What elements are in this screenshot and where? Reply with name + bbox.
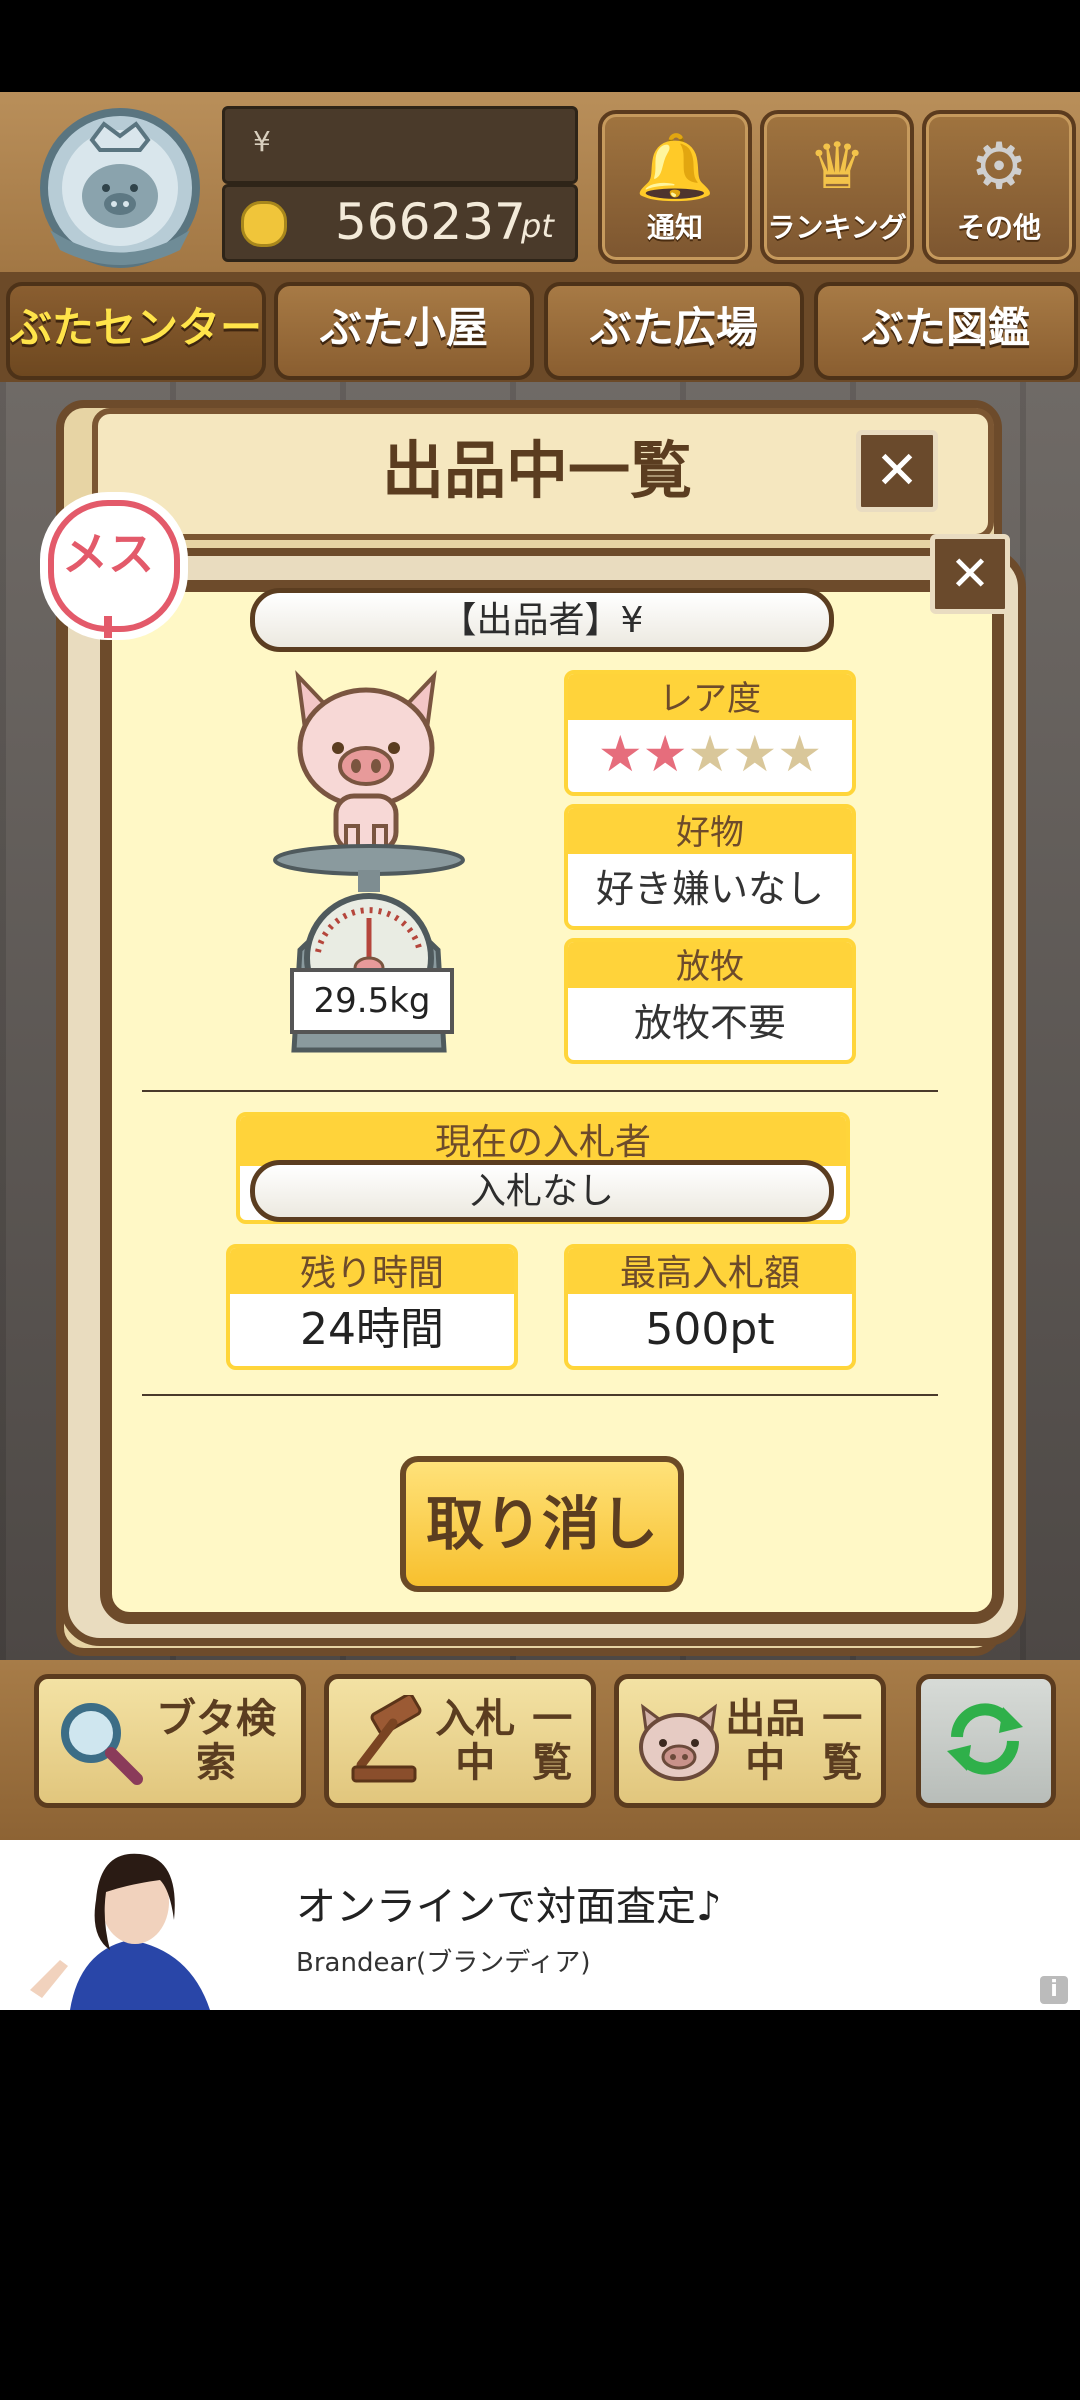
ranking-button[interactable]: ♛ ランキング (760, 110, 914, 264)
female-symbol-icon (104, 616, 112, 638)
cancel-listing-button[interactable]: 取り消し (400, 1456, 684, 1592)
seller-field: 【出品者】¥ (250, 588, 834, 652)
star-empty-icon: ★ (777, 725, 823, 783)
points-unit: pt (521, 207, 554, 245)
rarity-box: レア度 ★★★★★ (564, 670, 856, 796)
bell-icon: 🔔 (635, 131, 715, 205)
grazing-box: 放牧 放牧不要 (564, 938, 856, 1064)
ad-info-icon[interactable]: i (1040, 1976, 1068, 2004)
listing-label-line2: 一覧 (822, 1696, 863, 1786)
tab-buta-hiroba[interactable]: ぶた広場 (544, 282, 804, 380)
star-filled-icon: ★ (642, 725, 688, 783)
notification-label: 通知 (646, 211, 703, 244)
pig-search-button[interactable]: ブタ検索 (34, 1674, 306, 1808)
favorite-box: 好物 好き嫌いなし (564, 804, 856, 930)
panel-close-button[interactable]: ✕ (856, 430, 938, 512)
favorite-value: 好き嫌いなし (595, 867, 824, 911)
highest-bid-label: 最高入札額 (568, 1248, 852, 1294)
coin-icon (241, 201, 287, 247)
points-field: 566237 pt (222, 184, 578, 262)
weight-display: 29.5kg (290, 968, 454, 1034)
rarity-stars: ★★★★★ (568, 720, 852, 792)
player-avatar[interactable] (30, 100, 210, 270)
magnifier-icon (61, 1703, 143, 1785)
listing-list-label: 出品中 一覧 (719, 1679, 873, 1803)
ad-title: オンラインで対面査定♪ (296, 1884, 722, 1930)
pig-search-label: ブタ検索 (156, 1696, 276, 1786)
listing-list-button[interactable]: 出品中 一覧 (614, 1674, 886, 1808)
favorite-label: 好物 (568, 808, 852, 854)
star-empty-icon: ★ (687, 725, 733, 783)
crown-icon: ♛ (808, 130, 866, 204)
gender-label: メス (62, 527, 154, 581)
divider (142, 1090, 938, 1092)
bidding-label-line1: 入札中 (435, 1696, 516, 1786)
panel-title: 出品中一覧 (381, 434, 692, 507)
pig-face-icon (639, 1703, 719, 1781)
refresh-icon (947, 1703, 1023, 1775)
notification-button[interactable]: 🔔 通知 (598, 110, 752, 264)
other-label: その他 (956, 211, 1041, 244)
star-empty-icon: ★ (732, 725, 778, 783)
username-field: ¥ (222, 106, 578, 184)
gear-icon: ⚙ (970, 130, 1028, 204)
current-bidder-label: 現在の入札者 (240, 1116, 846, 1166)
bidding-label-line2: 一覧 (532, 1696, 573, 1786)
divider (142, 1394, 938, 1396)
bidding-list-label: 入札中 一覧 (429, 1679, 583, 1803)
rarity-label: レア度 (568, 674, 852, 720)
tab-buta-center[interactable]: ぶたセンター (6, 282, 266, 380)
highest-bid-value: 500pt (645, 1304, 775, 1355)
close-icon: ✕ (949, 546, 991, 602)
refresh-button[interactable] (916, 1674, 1056, 1808)
gavel-icon (351, 1695, 422, 1783)
ad-person-image (30, 1853, 210, 2010)
time-left-box: 残り時間 24時間 (226, 1244, 518, 1370)
bidding-list-button[interactable]: 入札中 一覧 (324, 1674, 596, 1808)
time-left-value: 24時間 (300, 1304, 444, 1355)
pig-crown-avatar-icon (40, 108, 200, 268)
points-value: 566237 (335, 193, 526, 251)
currency-symbol: ¥ (253, 125, 271, 158)
current-bidder-value: 入札なし (250, 1160, 834, 1222)
star-filled-icon: ★ (597, 725, 643, 783)
listing-label-line1: 出品中 (725, 1696, 806, 1786)
time-left-label: 残り時間 (230, 1248, 514, 1294)
ad-brand: Brandear(ブランディア) (296, 1948, 591, 1978)
pig-icon (295, 670, 437, 854)
grazing-label: 放牧 (568, 942, 852, 988)
tab-buta-goya[interactable]: ぶた小屋 (274, 282, 534, 380)
card-close-button[interactable]: ✕ (930, 534, 1010, 614)
tab-buta-zukan[interactable]: ぶた図鑑 (814, 282, 1078, 380)
other-button[interactable]: ⚙ その他 (922, 110, 1076, 264)
highest-bid-box: 最高入札額 500pt (564, 1244, 856, 1370)
grazing-value: 放牧不要 (633, 1001, 786, 1045)
close-icon: ✕ (875, 441, 919, 501)
ranking-label: ランキング (767, 211, 907, 244)
